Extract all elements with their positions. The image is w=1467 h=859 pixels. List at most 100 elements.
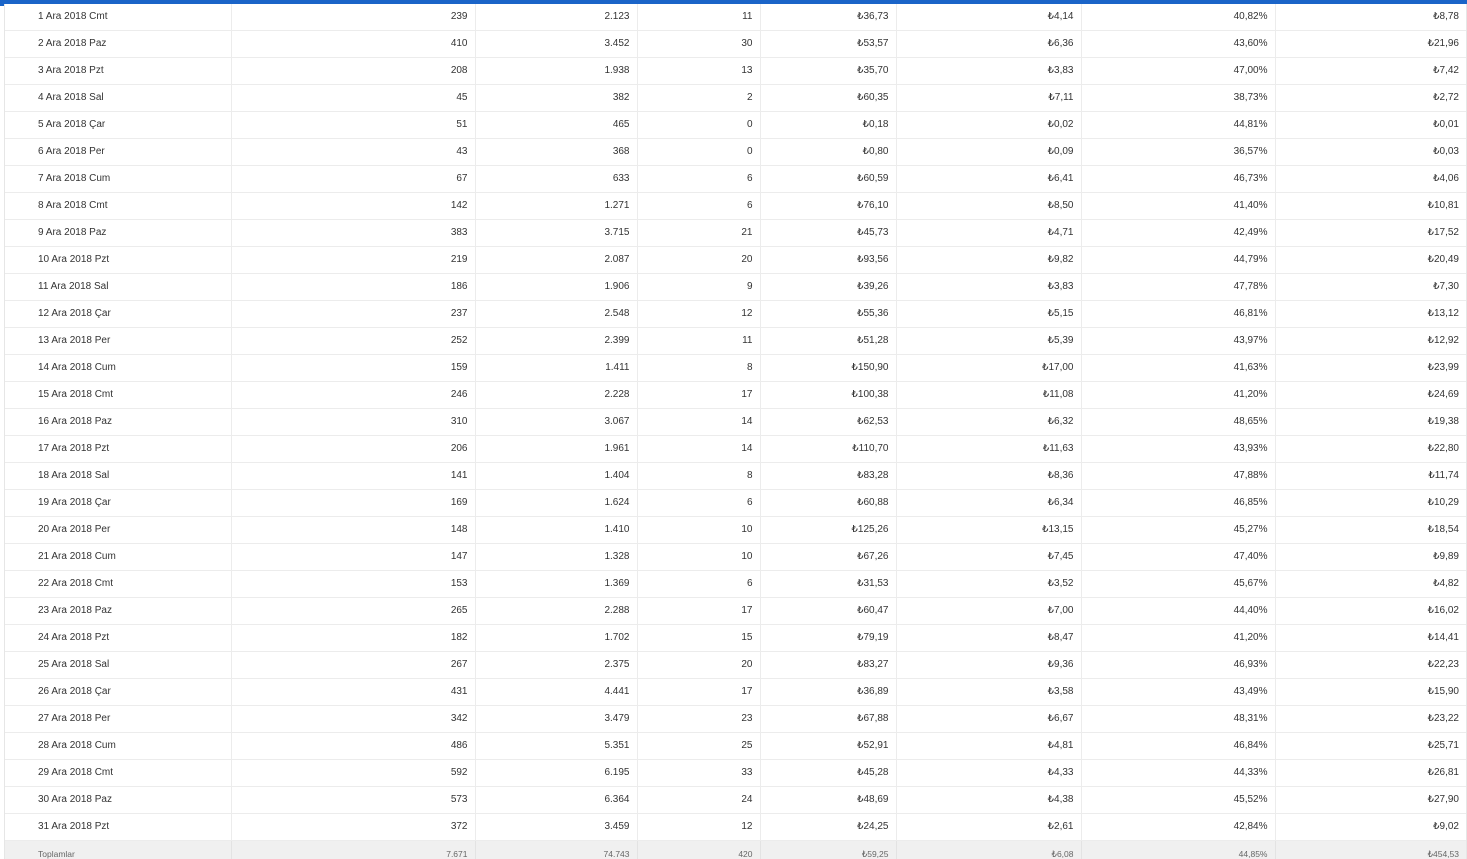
table-row[interactable]: 25 Ara 2018 Sal 267 2.375 20 ₺83,27 ₺9,36 46,9… — [5, 651, 1466, 679]
cell-date: 21 Ara 2018 Cum — [5, 543, 232, 571]
cell-col-2: 368 — [475, 138, 638, 166]
cell-col-4: ₺52,91 — [760, 732, 897, 760]
cell-col-6: 47,40% — [1081, 543, 1276, 571]
table-row[interactable]: 13 Ara 2018 Per 252 2.399 11 ₺51,28 ₺5,39 43,9… — [5, 327, 1466, 355]
cell-col-5: ₺6,32 — [896, 408, 1082, 436]
cell-col-4: ₺55,36 — [760, 300, 897, 328]
table-row[interactable]: 16 Ara 2018 Paz 310 3.067 14 ₺62,53 ₺6,32 48,6… — [5, 408, 1466, 436]
cell-col-5: ₺4,38 — [896, 786, 1082, 814]
cell-col-5: ₺4,71 — [896, 219, 1082, 247]
cell-col-3: 0 — [637, 138, 761, 166]
cell-col-2: 1.328 — [475, 543, 638, 571]
cell-date: 4 Ara 2018 Sal — [5, 84, 232, 112]
table-row[interactable]: 23 Ara 2018 Paz 265 2.288 17 ₺60,47 ₺7,00 44,4… — [5, 597, 1466, 625]
table-row[interactable]: 15 Ara 2018 Cmt 246 2.228 17 ₺100,38 ₺11,08 41… — [5, 381, 1466, 409]
cell-col-4: ₺51,28 — [760, 327, 897, 355]
table-row[interactable]: 30 Ara 2018 Paz 573 6.364 24 ₺48,69 ₺4,38 45,5… — [5, 786, 1466, 814]
cell-col-7: ₺0,01 — [1275, 111, 1466, 139]
cell-col-6: 46,85% — [1081, 489, 1276, 517]
cell-col-5: ₺8,50 — [896, 192, 1082, 220]
cell-col-5: ₺6,67 — [896, 705, 1082, 733]
cell-col-3: 33 — [637, 759, 761, 787]
cell-col-5: ₺4,33 — [896, 759, 1082, 787]
cell-col-3: 11 — [637, 4, 761, 31]
cell-col-7: ₺21,96 — [1275, 30, 1466, 58]
table-row[interactable]: 9 Ara 2018 Paz 383 3.715 21 ₺45,73 ₺4,71 42,49… — [5, 219, 1466, 247]
cell-date: 17 Ara 2018 Pzt — [5, 435, 232, 463]
cell-col-2: 1.411 — [475, 354, 638, 382]
cell-col-5: ₺6,08 — [896, 840, 1082, 859]
table-row[interactable]: 1 Ara 2018 Cmt 239 2.123 11 ₺36,73 ₺4,14 40,82… — [5, 4, 1466, 31]
totals-row[interactable]: Toplamlar 7.671 74.743 420 ₺59,25 ₺6,08 44,85%… — [5, 840, 1466, 859]
table-row[interactable]: 10 Ara 2018 Pzt 219 2.087 20 ₺93,56 ₺9,82 44,7… — [5, 246, 1466, 274]
cell-col-7: ₺20,49 — [1275, 246, 1466, 274]
cell-col-2: 1.961 — [475, 435, 638, 463]
cell-col-2: 1.624 — [475, 489, 638, 517]
cell-col-3: 23 — [637, 705, 761, 733]
cell-col-1: 410 — [231, 30, 476, 58]
cell-col-3: 6 — [637, 165, 761, 193]
cell-date: 20 Ara 2018 Per — [5, 516, 232, 544]
cell-col-5: ₺3,83 — [896, 273, 1082, 301]
table-row[interactable]: 12 Ara 2018 Çar 237 2.548 12 ₺55,36 ₺5,15 46,8… — [5, 300, 1466, 328]
cell-col-4: ₺59,25 — [760, 840, 897, 859]
table-row[interactable]: 21 Ara 2018 Cum 147 1.328 10 ₺67,26 ₺7,45 47,4… — [5, 543, 1466, 571]
table-row[interactable]: 19 Ara 2018 Çar 169 1.624 6 ₺60,88 ₺6,34 46,85… — [5, 489, 1466, 517]
cell-col-5: ₺3,83 — [896, 57, 1082, 85]
table-row[interactable]: 28 Ara 2018 Cum 486 5.351 25 ₺52,91 ₺4,81 46,8… — [5, 732, 1466, 760]
table-row[interactable]: 4 Ara 2018 Sal 45 382 2 ₺60,35 ₺7,11 38,73% ₺2,… — [5, 84, 1466, 112]
table-row[interactable]: 29 Ara 2018 Cmt 592 6.195 33 ₺45,28 ₺4,33 44,3… — [5, 759, 1466, 787]
cell-date: Toplamlar — [5, 840, 232, 859]
table-row[interactable]: 31 Ara 2018 Pzt 372 3.459 12 ₺24,25 ₺2,61 42,8… — [5, 813, 1466, 841]
table-row[interactable]: 14 Ara 2018 Cum 159 1.411 8 ₺150,90 ₺17,00 41,… — [5, 354, 1466, 382]
table-row[interactable]: 27 Ara 2018 Per 342 3.479 23 ₺67,88 ₺6,67 48,3… — [5, 705, 1466, 733]
cell-col-3: 2 — [637, 84, 761, 112]
table-row[interactable]: 2 Ara 2018 Paz 410 3.452 30 ₺53,57 ₺6,36 43,60… — [5, 30, 1466, 58]
table-row[interactable]: 26 Ara 2018 Çar 431 4.441 17 ₺36,89 ₺3,58 43,4… — [5, 678, 1466, 706]
cell-col-3: 17 — [637, 381, 761, 409]
cell-col-5: ₺6,41 — [896, 165, 1082, 193]
cell-col-5: ₺9,36 — [896, 651, 1082, 679]
cell-col-2: 2.228 — [475, 381, 638, 409]
table-row[interactable]: 3 Ara 2018 Pzt 208 1.938 13 ₺35,70 ₺3,83 47,00… — [5, 57, 1466, 85]
table-row[interactable]: 24 Ara 2018 Pzt 182 1.702 15 ₺79,19 ₺8,47 41,2… — [5, 624, 1466, 652]
cell-date: 29 Ara 2018 Cmt — [5, 759, 232, 787]
table-row[interactable]: 6 Ara 2018 Per 43 368 0 ₺0,80 ₺0,09 36,57% ₺0,0… — [5, 138, 1466, 166]
cell-col-4: ₺60,35 — [760, 84, 897, 112]
cell-date: 16 Ara 2018 Paz — [5, 408, 232, 436]
cell-col-4: ₺83,27 — [760, 651, 897, 679]
cell-col-2: 3.452 — [475, 30, 638, 58]
cell-col-7: ₺14,41 — [1275, 624, 1466, 652]
table-row[interactable]: 7 Ara 2018 Cum 67 633 6 ₺60,59 ₺6,41 46,73% ₺4,… — [5, 165, 1466, 193]
table-row[interactable]: 11 Ara 2018 Sal 186 1.906 9 ₺39,26 ₺3,83 47,78… — [5, 273, 1466, 301]
table-row[interactable]: 5 Ara 2018 Çar 51 465 0 ₺0,18 ₺0,02 44,81% ₺0,0… — [5, 111, 1466, 139]
cell-col-3: 14 — [637, 408, 761, 436]
cell-col-1: 148 — [231, 516, 476, 544]
table-row[interactable]: 18 Ara 2018 Sal 141 1.404 8 ₺83,28 ₺8,36 47,88… — [5, 462, 1466, 490]
cell-col-2: 3.715 — [475, 219, 638, 247]
cell-col-6: 41,63% — [1081, 354, 1276, 382]
cell-col-5: ₺3,58 — [896, 678, 1082, 706]
cell-col-6: 46,84% — [1081, 732, 1276, 760]
cell-date: 22 Ara 2018 Cmt — [5, 570, 232, 598]
report-table-container[interactable]: 1 Ara 2018 Cmt 239 2.123 11 ₺36,73 ₺4,14 40,82… — [4, 4, 1467, 859]
cell-col-3: 10 — [637, 543, 761, 571]
cell-col-5: ₺8,36 — [896, 462, 1082, 490]
cell-col-5: ₺11,08 — [896, 381, 1082, 409]
cell-col-5: ₺8,47 — [896, 624, 1082, 652]
cell-date: 5 Ara 2018 Çar — [5, 111, 232, 139]
cell-col-2: 4.441 — [475, 678, 638, 706]
cell-col-1: 265 — [231, 597, 476, 625]
cell-col-3: 20 — [637, 246, 761, 274]
cell-col-2: 1.404 — [475, 462, 638, 490]
cell-col-3: 11 — [637, 327, 761, 355]
cell-col-2: 633 — [475, 165, 638, 193]
table-row[interactable]: 8 Ara 2018 Cmt 142 1.271 6 ₺76,10 ₺8,50 41,40%… — [5, 192, 1466, 220]
cell-col-1: 252 — [231, 327, 476, 355]
cell-col-3: 17 — [637, 597, 761, 625]
table-row[interactable]: 17 Ara 2018 Pzt 206 1.961 14 ₺110,70 ₺11,63 43… — [5, 435, 1466, 463]
table-row[interactable]: 22 Ara 2018 Cmt 153 1.369 6 ₺31,53 ₺3,52 45,67… — [5, 570, 1466, 598]
cell-date: 9 Ara 2018 Paz — [5, 219, 232, 247]
cell-col-6: 48,31% — [1081, 705, 1276, 733]
table-row[interactable]: 20 Ara 2018 Per 148 1.410 10 ₺125,26 ₺13,15 45… — [5, 516, 1466, 544]
